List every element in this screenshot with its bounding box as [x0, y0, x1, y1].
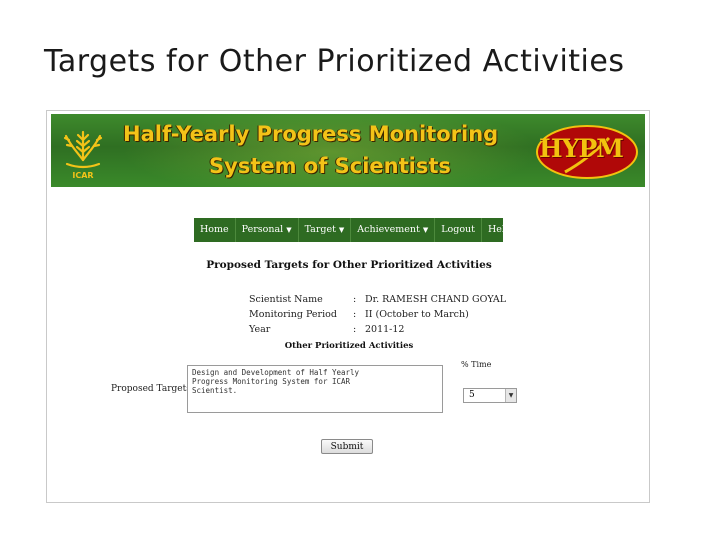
nav-target-label: Target: [304, 224, 336, 235]
nav-home-label: Home: [200, 224, 229, 235]
info-label: Year: [249, 324, 271, 335]
chevron-down-icon: ▼: [514, 226, 520, 234]
info-row-scientist-name: Scientist Name : Dr. RAMESH CHAND GOYAL: [249, 292, 506, 307]
info-label: Scientist Name: [249, 294, 323, 305]
nav-logout[interactable]: Logout: [435, 218, 482, 242]
proposed-targets-textarea[interactable]: Design and Development of Half Yearly Pr…: [187, 365, 443, 413]
icar-logo: ICAR: [63, 130, 103, 180]
info-separator: :: [353, 294, 357, 305]
info-value: Dr. RAMESH CHAND GOYAL: [365, 294, 507, 305]
chevron-down-icon[interactable]: ▼: [505, 389, 516, 402]
icar-logo-text: ICAR: [72, 171, 93, 180]
time-percent-value: 5: [469, 390, 475, 400]
info-row-monitoring-period: Monitoring Period : II (October to March…: [249, 307, 506, 322]
nav-help[interactable]: Help ▼: [482, 218, 525, 242]
submit-button[interactable]: Submit: [321, 439, 373, 454]
scientist-info: Scientist Name : Dr. RAMESH CHAND GOYAL …: [249, 292, 506, 337]
info-label: Monitoring Period: [249, 309, 337, 320]
section-heading: Other Prioritized Activities: [284, 341, 414, 351]
time-percent-select[interactable]: 5 ▼: [463, 388, 517, 403]
chevron-down-icon: ▼: [338, 226, 345, 234]
banner-title-line1: Half-Yearly Progress Monitoring: [123, 122, 499, 146]
nav-logout-label: Logout: [441, 224, 475, 235]
nav-personal-label: Personal: [241, 224, 284, 235]
hypm-logo-text: HYPM: [539, 134, 624, 163]
nav-home[interactable]: Home: [194, 218, 236, 242]
slide-title: Targets for Other Prioritized Activities: [44, 44, 625, 79]
time-percent-label: % Time: [461, 360, 492, 369]
info-separator: :: [353, 309, 357, 320]
info-value: 2011-12: [365, 324, 405, 335]
header-banner: ICAR Half-Yearly Progress Monitoring Sys…: [51, 114, 645, 187]
nav-help-label: Help: [487, 224, 511, 235]
info-separator: :: [353, 324, 357, 335]
info-row-year: Year : 2011-12: [249, 322, 506, 337]
banner-title-line2: System of Scientists: [209, 154, 451, 178]
chevron-down-icon: ▼: [286, 226, 292, 234]
chevron-down-icon: ▼: [422, 226, 429, 234]
app-screenshot: ICAR Half-Yearly Progress Monitoring Sys…: [46, 110, 650, 503]
main-nav: Home Personal ▼ Target ▼ Achievement ▼ Logo…: [194, 218, 519, 242]
nav-achievement-label: Achievement: [357, 224, 420, 235]
info-value: II (October to March): [365, 309, 469, 320]
nav-achievement[interactable]: Achievement ▼: [351, 218, 436, 242]
nav-personal[interactable]: Personal ▼: [236, 218, 299, 242]
page-heading: Proposed Targets for Other Prioritized A…: [206, 259, 492, 271]
nav-target[interactable]: Target ▼: [299, 218, 352, 242]
proposed-targets-label: Proposed Targets:: [111, 384, 194, 394]
